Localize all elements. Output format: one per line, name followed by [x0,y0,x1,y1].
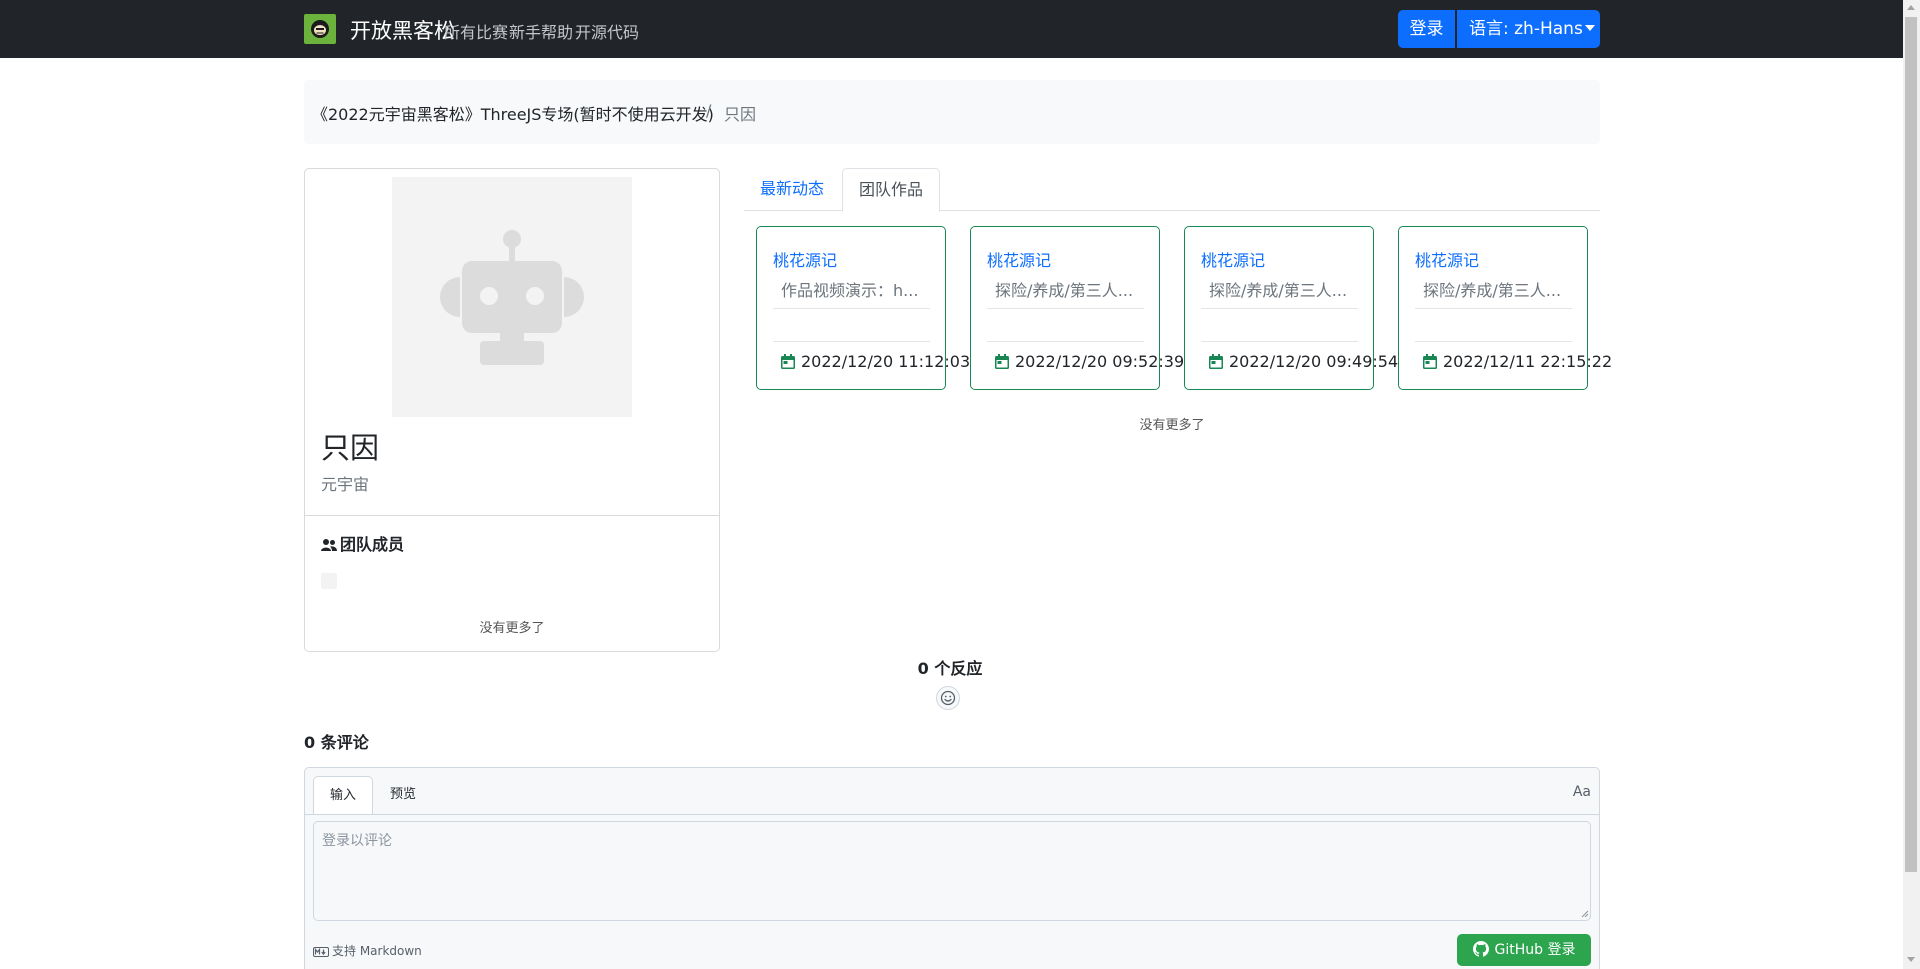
scroll-down-arrow-icon[interactable] [1907,957,1915,962]
work-description: 探险/养成/第三人... [1415,277,1572,309]
work-divider [987,341,1144,342]
brand-name[interactable]: 开放黑客松 [350,15,455,45]
card-divider [305,515,719,516]
work-date-text: 2022/12/11 22:15:22 [1443,352,1613,371]
work-date: 2022/12/20 11:12:03 [781,352,970,371]
team-name: 只因 [321,431,380,465]
scroll-thumb[interactable] [1905,17,1917,872]
calendar-icon [995,354,1009,369]
calendar-icon [1423,354,1437,369]
work-date: 2022/12/20 09:49:54 [1209,352,1398,371]
markdown-icon [313,947,329,957]
breadcrumb: 《2022元宇宙黑客松》ThreeJS专场(暂时不使用云开发) / 只因 [304,80,1600,144]
work-card[interactable]: 桃花源记 探险/养成/第三人... 2022/12/20 09:49:54 [1184,226,1398,390]
login-button[interactable]: 登录 [1398,10,1455,48]
team-subtitle: 元宇宙 [321,475,370,494]
tab-preview[interactable]: 预览 [374,776,432,814]
calendar-icon [781,354,795,369]
markdown-hint-label: 支持 Markdown [332,944,422,958]
work-date-text: 2022/12/20 09:49:54 [1229,352,1399,371]
github-login-label: GitHub 登录 [1494,942,1576,958]
github-login-button[interactable]: GitHub 登录 [1457,934,1591,966]
members-heading-label: 团队成员 [340,535,405,554]
caret-down-icon [1584,24,1595,31]
work-title-link[interactable]: 桃花源记 [773,247,837,271]
language-label: 语言: zh-Hans [1469,19,1583,39]
comment-textarea[interactable] [313,821,1591,921]
work-description: 探险/养成/第三人... [1201,277,1358,309]
work-divider [1201,341,1358,342]
work-divider [773,341,930,342]
reactions-count: 0 个反应 [917,659,983,678]
nav-link-help[interactable]: 新手帮助 [509,19,573,43]
breadcrumb-separator: / [706,101,712,120]
comments-count: 0 条评论 [304,733,369,752]
brand-logo-icon[interactable] [304,14,336,44]
work-date: 2022/12/20 09:52:39 [995,352,1184,371]
resize-handle-icon[interactable] [1579,908,1589,918]
robot-placeholder-icon [440,230,584,365]
navbar-container: 开放黑客松 所有比赛 新手帮助 开源代码 登录 语言: zh-Hans [304,0,1600,58]
tab-latest-activity[interactable]: 最新动态 [744,168,840,211]
markdown-hint[interactable]: 支持 Markdown [313,942,422,959]
page-scrollbar[interactable] [1903,0,1920,969]
work-card[interactable]: 桃花源记 作品视频演示：h... 2022/12/20 11:12:03 [756,226,970,390]
work-date: 2022/12/11 22:15:22 [1423,352,1612,371]
work-title-link[interactable]: 桃花源记 [1201,247,1265,271]
breadcrumb-contest-link[interactable]: 《2022元宇宙黑客松》ThreeJS专场(暂时不使用云开发) [312,101,714,125]
language-dropdown[interactable]: 语言: zh-Hans [1457,10,1600,48]
work-divider [1415,341,1572,342]
work-description: 作品视频演示：h... [773,277,930,309]
work-date-text: 2022/12/20 11:12:03 [801,352,971,371]
top-navbar: 开放黑客松 所有比赛 新手帮助 开源代码 登录 语言: zh-Hans [0,0,1920,58]
editor-tab-divider [305,814,1599,815]
member-avatar[interactable] [321,573,337,589]
work-description: 探险/养成/第三人... [987,277,1144,309]
team-avatar [392,177,632,417]
works-no-more: 没有更多了 [1139,418,1205,433]
comment-editor: 输入 预览 Aa 支持 Markdown GitHub 登录 [304,767,1600,969]
github-icon [1472,941,1489,957]
smiley-icon [940,690,956,706]
scroll-up-arrow-icon[interactable] [1907,5,1915,10]
tab-write[interactable]: 输入 [313,776,374,815]
people-icon [321,539,337,551]
calendar-icon [1209,354,1223,369]
work-title-link[interactable]: 桃花源记 [987,247,1051,271]
work-title-link[interactable]: 桃花源记 [1415,247,1479,271]
font-toggle-button[interactable]: Aa [1573,784,1591,800]
work-date-text: 2022/12/20 09:52:39 [1015,352,1185,371]
work-card[interactable]: 桃花源记 探险/养成/第三人... 2022/12/11 22:15:22 [1398,226,1612,390]
members-no-more: 没有更多了 [479,621,545,636]
team-card: 只因 元宇宙 团队成员 没有更多了 [304,168,720,652]
nav-link-source-code[interactable]: 开源代码 [575,19,639,43]
team-tabs: 最新动态 团队作品 [744,168,1600,212]
members-heading: 团队成员 [321,531,404,555]
breadcrumb-current: 只因 [724,105,757,124]
add-reaction-button[interactable] [936,686,960,710]
work-card[interactable]: 桃花源记 探险/养成/第三人... 2022/12/20 09:52:39 [970,226,1184,390]
nav-link-all-contests[interactable]: 所有比赛 [444,19,508,43]
tab-team-works[interactable]: 团队作品 [842,168,941,212]
